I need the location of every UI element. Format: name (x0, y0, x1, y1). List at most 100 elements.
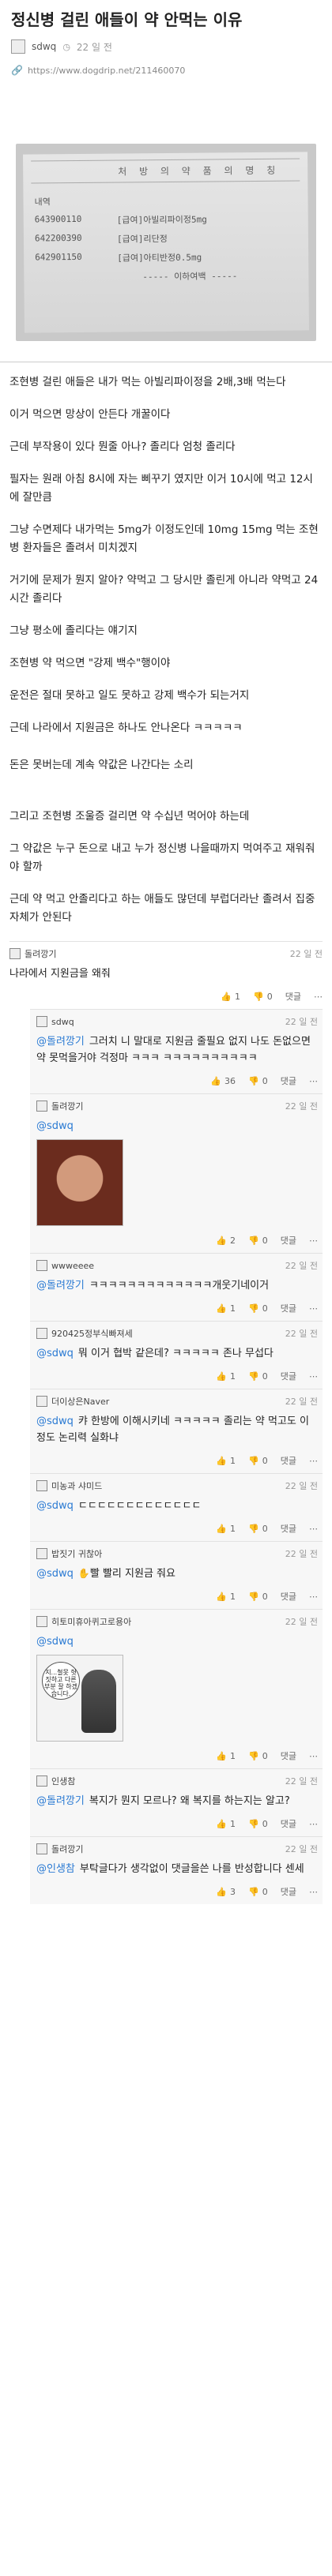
downvote-button[interactable]: 👎 0 (248, 1303, 268, 1314)
mention-link[interactable]: @sdwq (36, 1636, 74, 1648)
comment-author[interactable]: wwweeee (51, 1261, 94, 1271)
comment-author[interactable]: 돌려깡기 (25, 947, 56, 960)
downvote-button[interactable]: 👎 0 (248, 1819, 268, 1829)
downvote-button[interactable]: 👎 0 (248, 1076, 268, 1086)
more-icon[interactable]: ⋯ (309, 1592, 318, 1602)
upvote-button[interactable]: 👍 1 (216, 1751, 236, 1761)
avatar[interactable] (36, 1480, 47, 1491)
comment-header: 더이상은Naver 22 일 전 (36, 1394, 318, 1408)
mention-link[interactable]: @돌려깡기 (36, 1036, 85, 1048)
body-paragraph: 그냥 수면제다 내가먹는 5mg가 이정도인데 10mg 15mg 먹는 조현병… (9, 523, 319, 554)
comment-author[interactable]: 돌려깡기 (51, 1843, 83, 1855)
mention-link[interactable]: @돌려깡기 (36, 1280, 85, 1292)
upvote-button[interactable]: 👍 1 (216, 1524, 236, 1534)
body-paragraph: 조현병 약 먹으면 "강제 백수"행이야 (9, 657, 171, 669)
avatar[interactable] (36, 1843, 47, 1854)
reply-button[interactable]: 댓글 (281, 1522, 296, 1535)
more-icon[interactable]: ⋯ (309, 1819, 318, 1829)
upvote-button[interactable]: 👍 1 (216, 1371, 236, 1382)
source-link[interactable]: 🔗 https://www.dogdrip.net/211460070 (11, 65, 321, 76)
body-paragraph: 거기에 문제가 뭔지 알아? 약먹고 그 당시만 졸린게 아니라 약먹고 24시… (9, 574, 319, 605)
downvote-button[interactable]: 👎 0 (248, 1887, 268, 1897)
mention-link[interactable]: @돌려깡기 (36, 1795, 85, 1807)
upvote-button[interactable]: 👍 1 (216, 1456, 236, 1466)
comment-actions: 👍 36 👎 0 댓글 ⋯ (36, 1071, 318, 1090)
downvote-button[interactable]: 👎 0 (248, 1592, 268, 1602)
reply-button[interactable]: 댓글 (281, 1370, 296, 1382)
comment-time: 22 일 전 (285, 1261, 318, 1271)
avatar[interactable] (36, 1328, 47, 1339)
thumb-up-icon: 👍 (216, 1818, 228, 1829)
comment-author[interactable]: 인생참 (51, 1775, 75, 1787)
reply-button[interactable]: 댓글 (285, 990, 301, 1003)
more-icon[interactable]: ⋯ (309, 1303, 318, 1314)
more-icon[interactable]: ⋯ (314, 992, 323, 1002)
body-paragraph: 돈은 못버는데 계속 약값은 나간다는 소리 (9, 759, 194, 771)
more-icon[interactable]: ⋯ (309, 1524, 318, 1534)
reply-button[interactable]: 댓글 (281, 1234, 296, 1247)
reply-button[interactable]: 댓글 (281, 1074, 296, 1087)
cartoon-image[interactable]: 지...철못 헛짓하고 다른부분 잘 하겠습니다. (36, 1655, 123, 1742)
upvote-button[interactable]: 👍 2 (216, 1236, 236, 1246)
reaction-image[interactable] (36, 1139, 123, 1226)
avatar[interactable] (36, 1016, 47, 1027)
post-author[interactable]: sdwq (32, 41, 56, 52)
reply-button[interactable]: 댓글 (281, 1302, 296, 1314)
comment-actions: 👍 1 👎 0 댓글 ⋯ (36, 1746, 318, 1765)
downvote-button[interactable]: 👎 0 (253, 992, 273, 1002)
avatar[interactable] (36, 1396, 47, 1407)
reply-button[interactable]: 댓글 (281, 1885, 296, 1898)
more-icon[interactable]: ⋯ (309, 1076, 318, 1086)
reply-button[interactable]: 댓글 (281, 1590, 296, 1603)
upvote-button[interactable]: 👍 3 (216, 1887, 236, 1897)
mention-link[interactable]: @sdwq (36, 1500, 74, 1512)
downvote-button[interactable]: 👎 0 (248, 1371, 268, 1382)
more-icon[interactable]: ⋯ (309, 1371, 318, 1382)
reply-button[interactable]: 댓글 (281, 1749, 296, 1762)
source-url[interactable]: https://www.dogdrip.net/211460070 (28, 66, 185, 76)
mention-link[interactable]: @인생참 (36, 1863, 75, 1875)
avatar[interactable] (11, 39, 25, 54)
downvote-button[interactable]: 👎 0 (248, 1751, 268, 1761)
upvote-button[interactable]: 👍 1 (216, 1303, 236, 1314)
avatar[interactable] (36, 1616, 47, 1627)
more-icon[interactable]: ⋯ (309, 1887, 318, 1897)
comment-author[interactable]: 920425정부식빠져세 (51, 1327, 133, 1340)
thumb-down-icon: 👎 (248, 1075, 259, 1086)
rx-footer: ----- 이하여백 ----- (142, 271, 238, 283)
comment-author[interactable]: 돌려깡기 (51, 1100, 83, 1112)
comment-author[interactable]: 밥짓기 귀찮아 (51, 1547, 102, 1560)
mention-link[interactable]: @sdwq (36, 1120, 74, 1132)
downvote-count: 0 (262, 1523, 268, 1534)
comment-author[interactable]: 히토미휴아퀴고로용아 (51, 1615, 131, 1628)
upvote-button[interactable]: 👍 36 (210, 1076, 236, 1086)
comment-body: 캬 한방에 이해시키네 ㅋㅋㅋㅋㅋ 졸리는 약 먹고도 이정도 논리력 실화냐 (36, 1415, 309, 1444)
avatar[interactable] (36, 1101, 47, 1112)
upvote-button[interactable]: 👍 1 (221, 992, 240, 1002)
avatar[interactable] (9, 948, 21, 959)
downvote-button[interactable]: 👎 0 (248, 1456, 268, 1466)
reply-comment: 인생참 22 일 전 @돌려깡기 복지가 뭔지 모르나? 왜 복지를 하는지는 알… (30, 1768, 323, 1836)
upvote-button[interactable]: 👍 1 (216, 1592, 236, 1602)
avatar[interactable] (36, 1548, 47, 1559)
downvote-button[interactable]: 👎 0 (248, 1236, 268, 1246)
reply-button[interactable]: 댓글 (281, 1817, 296, 1830)
mention-link[interactable]: @sdwq (36, 1348, 74, 1359)
reply-button[interactable]: 댓글 (281, 1454, 296, 1467)
downvote-button[interactable]: 👎 0 (248, 1524, 268, 1534)
more-icon[interactable]: ⋯ (309, 1456, 318, 1466)
upvote-button[interactable]: 👍 1 (216, 1819, 236, 1829)
comment-author[interactable]: 더이상은Naver (51, 1395, 109, 1408)
prescription-label: 내역 (34, 197, 51, 208)
comment-body: 빨 빨리 지원금 줘요 (89, 1568, 175, 1580)
mention-link[interactable]: @sdwq (36, 1568, 74, 1580)
more-icon[interactable]: ⋯ (309, 1236, 318, 1246)
comment-text: @돌려깡기 복지가 뭔지 모르나? 왜 복지를 하는지는 알고? (36, 1793, 318, 1809)
more-icon[interactable]: ⋯ (309, 1751, 318, 1761)
avatar[interactable] (36, 1260, 47, 1271)
mention-link[interactable]: @sdwq (36, 1415, 74, 1427)
comment-author[interactable]: sdwq (51, 1017, 74, 1027)
comment-author[interactable]: 미농과 샤미드 (51, 1479, 102, 1492)
comment-text: @sdwq (36, 1633, 318, 1650)
avatar[interactable] (36, 1775, 47, 1787)
